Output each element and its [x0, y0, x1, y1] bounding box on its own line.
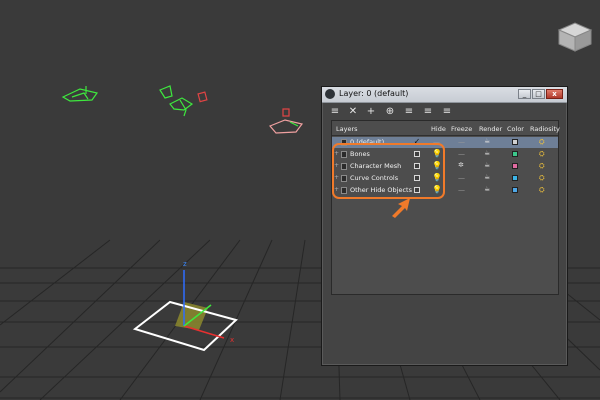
delete-layer-icon[interactable]: ✕ [347, 106, 359, 118]
render-teapot-icon[interactable]: ☕ [484, 161, 490, 169]
dialog-title: Layer: 0 (default) [339, 89, 409, 98]
rig-control-center[interactable] [159, 85, 208, 117]
column-header-color[interactable]: Color [507, 125, 524, 133]
minimize-button[interactable]: _ [518, 89, 531, 99]
rig-control-left[interactable] [61, 86, 99, 102]
max-logo-icon [325, 89, 335, 99]
column-header-render[interactable]: Render [479, 125, 502, 133]
freeze-cell[interactable]: — [458, 138, 465, 146]
layer-toolbar: ≡ ✕ + ⊕ ≡ ≡ ≡ [322, 103, 567, 121]
annotation-highlight-box [332, 143, 445, 199]
select-in-layer-icon[interactable]: ⊕ [384, 106, 396, 118]
render-teapot-icon[interactable]: ☕ [484, 173, 490, 181]
radiosity-icon[interactable]: ⛭ [539, 138, 545, 147]
radiosity-icon[interactable]: ⛭ [539, 186, 545, 195]
layer-manager-dialog: Layer: 0 (default) _ □ x ≡ ✕ + ⊕ ≡ ≡ ≡ L… [321, 86, 568, 366]
column-header-hide[interactable]: Hide [431, 125, 446, 133]
hide-all-icon[interactable]: ≡ [422, 106, 434, 118]
layer-color-swatch[interactable] [512, 175, 518, 181]
render-teapot-icon[interactable]: ☕ [484, 185, 490, 193]
annotation-arrow-icon [392, 198, 410, 218]
column-header-freeze[interactable]: Freeze [451, 125, 472, 133]
highlight-layer-icon[interactable]: ≡ [403, 106, 415, 118]
freeze-cell[interactable]: — [458, 150, 465, 158]
column-header-radiosity[interactable]: Radiosity [530, 125, 560, 133]
radiosity-icon[interactable]: ⛭ [539, 150, 545, 159]
svg-text:x: x [230, 336, 234, 344]
freeze-cell[interactable]: — [458, 174, 465, 182]
radiosity-icon[interactable]: ⛭ [539, 162, 545, 171]
radiosity-icon[interactable]: ⛭ [539, 174, 545, 183]
dialog-titlebar[interactable]: Layer: 0 (default) _ □ x [322, 87, 567, 103]
header-divider [332, 135, 558, 136]
freeze-cell[interactable]: — [458, 186, 465, 194]
transform-gizmo[interactable]: z x [132, 260, 238, 352]
freeze-all-icon[interactable]: ≡ [441, 106, 453, 118]
layer-color-swatch[interactable] [512, 151, 518, 157]
render-teapot-icon[interactable]: ☕ [484, 137, 490, 145]
render-teapot-icon[interactable]: ☕ [484, 149, 490, 157]
freeze-snowflake-icon[interactable]: ✲ [458, 161, 464, 169]
viewcube-icon[interactable] [555, 20, 595, 54]
svg-text:z: z [183, 260, 187, 268]
rig-control-right[interactable] [268, 108, 304, 134]
layer-color-swatch[interactable] [512, 163, 518, 169]
maximize-button[interactable]: □ [532, 89, 545, 99]
create-layer-icon[interactable]: ≡ [329, 106, 341, 118]
column-header-layers[interactable]: Layers [336, 125, 358, 133]
layer-color-swatch[interactable] [512, 187, 518, 193]
close-button[interactable]: x [546, 89, 563, 99]
layer-color-swatch[interactable] [512, 139, 518, 145]
add-to-layer-icon[interactable]: + [365, 106, 377, 118]
